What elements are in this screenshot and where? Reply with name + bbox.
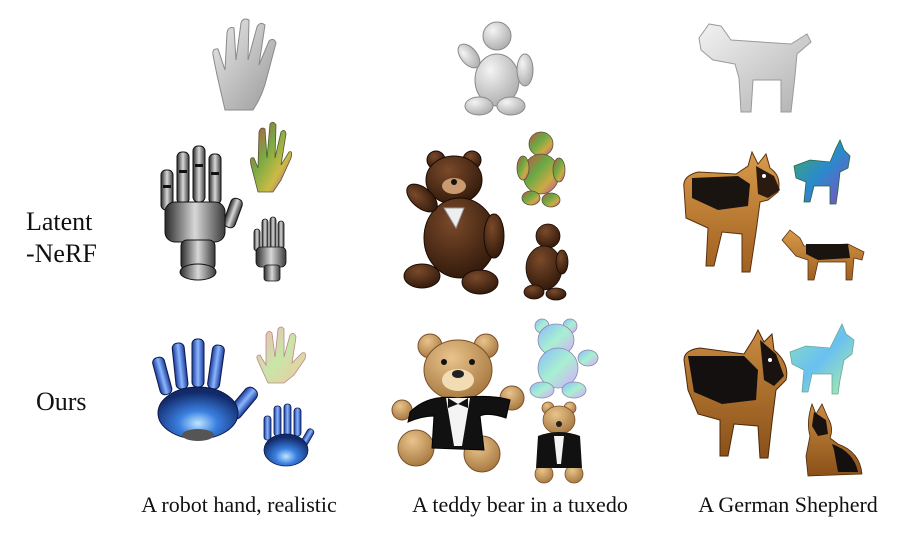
- hand-shape-guide: [212, 18, 277, 111]
- latent-nerf-german-shepherd-normal: [793, 139, 851, 205]
- row-label-latent-nerf-line1: Latent: [26, 207, 93, 236]
- ours-german-shepherd-small: [805, 402, 863, 477]
- dog-shape-guide: [698, 23, 812, 113]
- ours-robot-hand-normal: [256, 326, 306, 384]
- latent-nerf-robot-hand-main: [160, 145, 243, 281]
- latent-nerf-robot-hand-small: [253, 216, 287, 282]
- latent-nerf-teddy-bear-small: [523, 223, 569, 301]
- row-label-ours: Ours: [36, 387, 87, 416]
- latent-nerf-teddy-bear-main: [403, 150, 505, 295]
- caption-teddy-bear: A teddy bear in a tuxedo: [412, 492, 628, 517]
- latent-nerf-german-shepherd-main: [683, 150, 780, 273]
- ours-german-shepherd-main: [683, 328, 788, 459]
- ours-german-shepherd-normal: [789, 323, 855, 395]
- row-label-latent-nerf: Latent -NeRF: [26, 206, 97, 270]
- latent-nerf-german-shepherd-small: [781, 229, 865, 281]
- latent-nerf-teddy-bear-normal: [516, 131, 566, 208]
- caption-german-shepherd: A German Shepherd: [698, 492, 878, 517]
- caption-robot-hand: A robot hand, realistic: [141, 492, 337, 517]
- latent-nerf-robot-hand-normal: [250, 121, 293, 193]
- bear-shape-guide: [457, 21, 534, 116]
- figure: Latent -NeRF Ours A robot hand, realisti…: [0, 0, 915, 533]
- row-label-latent-nerf-line2: -NeRF: [26, 239, 97, 268]
- ours-teddy-bear-small: [534, 401, 584, 484]
- ours-robot-hand-small: [263, 403, 315, 467]
- ours-teddy-bear-main: [391, 333, 525, 473]
- ours-teddy-bear-normal: [529, 318, 599, 399]
